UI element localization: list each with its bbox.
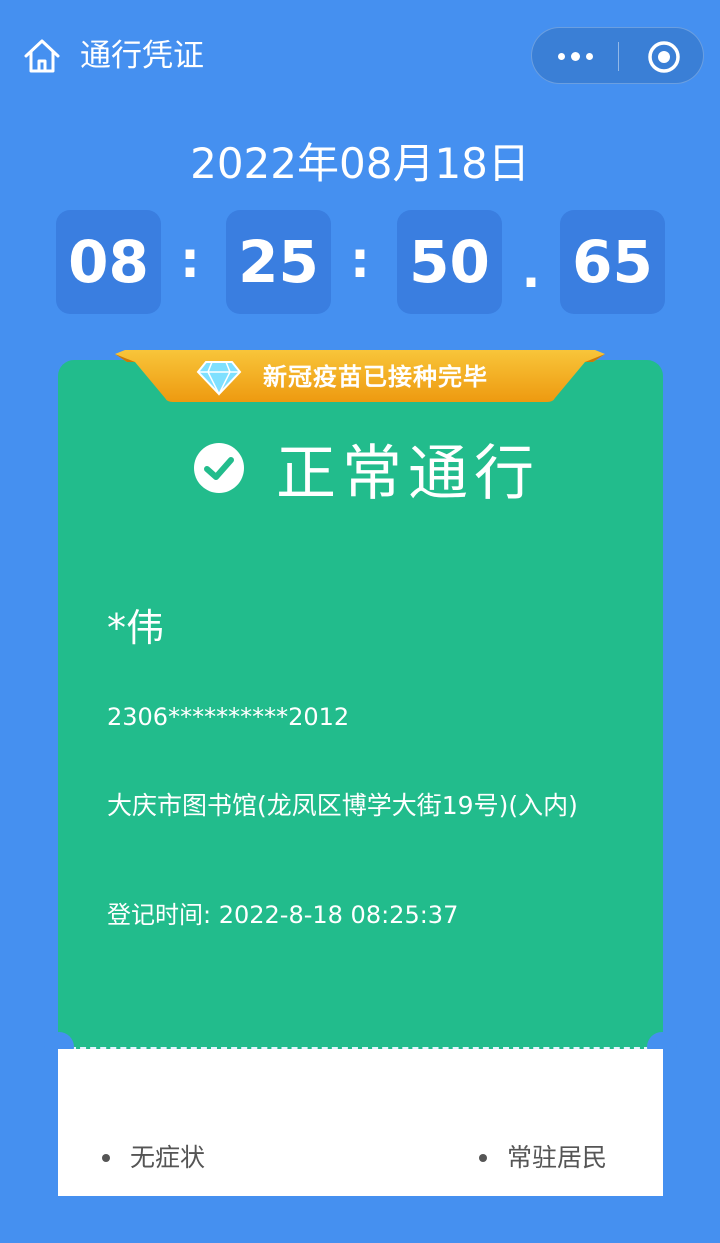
- id-number: 2306**********2012: [107, 703, 350, 731]
- page-title: 通行凭证: [80, 38, 204, 74]
- tag-symptom: 无症状: [102, 1140, 205, 1176]
- clock-separator: .: [521, 241, 541, 299]
- diamond-icon: [196, 361, 242, 396]
- person-name: *伟: [107, 606, 165, 650]
- current-date: 2022年08月18日: [190, 139, 530, 188]
- mini-program-capsule: [531, 27, 704, 84]
- home-icon[interactable]: [22, 36, 62, 76]
- venue-location: 大庆市图书馆(龙凤区博学大街19号)(入内): [107, 791, 578, 820]
- capsule-divider: [618, 42, 619, 71]
- clock-centiseconds: 65: [560, 210, 665, 314]
- vaccine-badge-text: 新冠疫苗已接种完毕: [263, 363, 488, 391]
- clock-separator: :: [350, 231, 370, 289]
- clock-separator: :: [180, 231, 200, 289]
- clock-seconds: 50: [397, 210, 502, 314]
- nav-bar: 通行凭证: [0, 0, 720, 110]
- pass-status: 正常通行: [276, 439, 540, 509]
- clock-hours: 08: [56, 210, 161, 314]
- bullet-icon: [102, 1154, 110, 1162]
- tag-residency-label: 常驻居民: [507, 1143, 608, 1172]
- tag-symptom-label: 无症状: [130, 1143, 206, 1172]
- clock-minutes: 25: [226, 210, 331, 314]
- registration-time: 登记时间: 2022-8-18 08:25:37: [107, 901, 459, 929]
- mini-program-close-icon[interactable]: [647, 40, 681, 74]
- more-dots-icon[interactable]: [532, 28, 618, 85]
- tag-residency: 常驻居民: [479, 1140, 607, 1176]
- bullet-icon: [479, 1154, 487, 1162]
- check-circle-icon: [194, 443, 244, 493]
